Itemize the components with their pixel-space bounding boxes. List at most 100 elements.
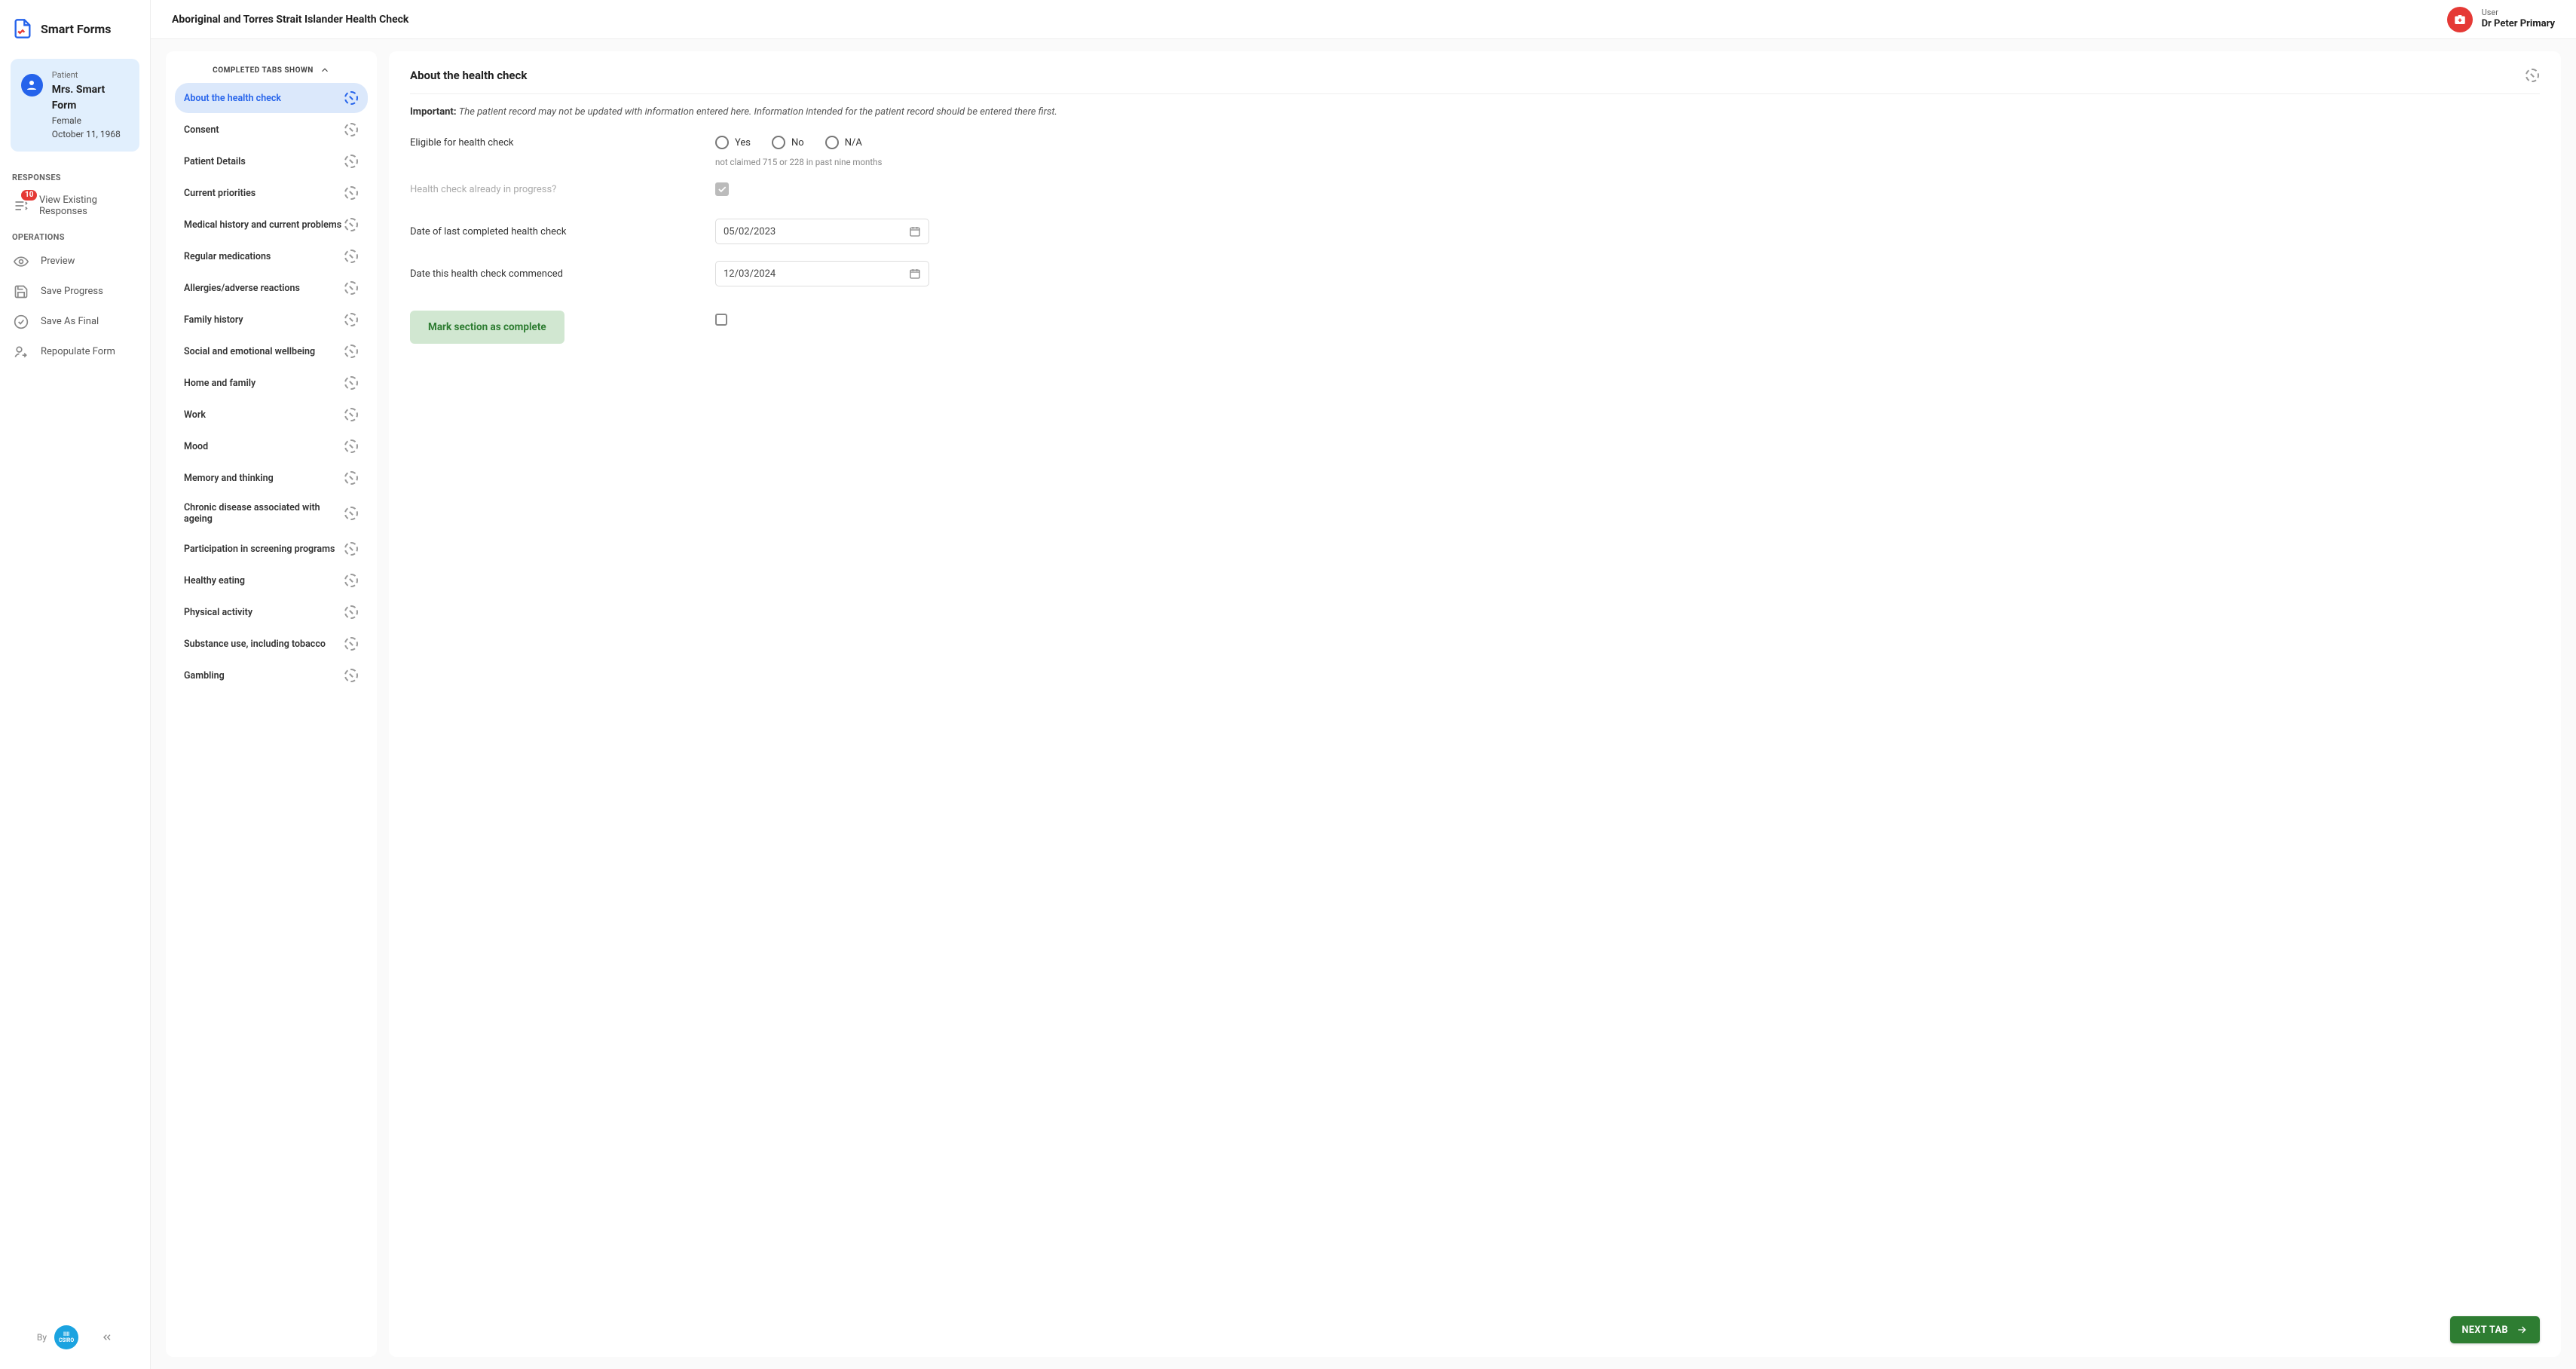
eligible-label: Eligible for health check	[410, 137, 715, 149]
user-block[interactable]: User Dr Peter Primary	[2447, 7, 2555, 32]
tab-item[interactable]: Substance use, including tobacco	[175, 629, 368, 659]
progress-icon	[344, 90, 359, 106]
tab-item[interactable]: Patient Details	[175, 146, 368, 176]
calendar-icon[interactable]	[909, 225, 921, 237]
sidebar: Smart Forms Patient Mrs. Smart Form Fema…	[0, 0, 151, 1369]
save-progress-label: Save Progress	[41, 286, 103, 297]
progress-icon	[344, 407, 359, 422]
progress-icon	[344, 344, 359, 359]
patient-card[interactable]: Patient Mrs. Smart Form Female October 1…	[11, 59, 139, 152]
progress-icon	[344, 541, 359, 556]
repopulate-label: Repopulate Form	[41, 346, 115, 357]
tab-label: Social and emotional wellbeing	[184, 346, 315, 357]
tab-label: Participation in screening programs	[184, 544, 335, 555]
tab-item[interactable]: Mood	[175, 431, 368, 461]
next-tab-button[interactable]: NEXT TAB	[2450, 1316, 2540, 1343]
sidebar-item-view-responses[interactable]: 10 View Existing Responses	[0, 187, 150, 225]
in-progress-label: Health check already in progress?	[410, 184, 715, 195]
calendar-icon[interactable]	[909, 268, 921, 280]
tab-label: Memory and thinking	[184, 473, 274, 484]
medical-bag-icon	[2447, 7, 2473, 32]
tabs-header-label: COMPLETED TABS SHOWN	[213, 66, 314, 75]
list-icon	[14, 198, 29, 213]
progress-icon	[344, 280, 359, 296]
patient-avatar-icon	[21, 74, 43, 96]
tab-label: Chronic disease associated with ageing	[184, 502, 344, 525]
collapse-sidebar-button[interactable]	[101, 1331, 113, 1343]
commenced-label: Date this health check commenced	[410, 268, 715, 280]
save-icon	[14, 284, 30, 299]
progress-icon	[344, 375, 359, 390]
important-text: The patient record may not be updated wi…	[459, 106, 1057, 118]
tab-item[interactable]: Family history	[175, 305, 368, 335]
tab-item[interactable]: Home and family	[175, 368, 368, 398]
progress-icon	[344, 154, 359, 169]
in-progress-checkbox[interactable]	[715, 182, 729, 196]
tab-item[interactable]: Social and emotional wellbeing	[175, 336, 368, 366]
eligible-radio-no[interactable]: No	[772, 136, 804, 149]
tab-label: Gambling	[184, 670, 225, 681]
tabs-panel: COMPLETED TABS SHOWN About the health ch…	[166, 51, 377, 1357]
check-circle-icon	[14, 314, 30, 329]
tab-item[interactable]: Work	[175, 400, 368, 430]
mark-complete-button[interactable]: Mark section as complete	[410, 311, 564, 344]
user-name: Dr Peter Primary	[2482, 18, 2555, 31]
sidebar-item-preview[interactable]: Preview	[0, 247, 150, 277]
tab-item[interactable]: Medical history and current problems	[175, 210, 368, 240]
patient-name: Mrs. Smart Form	[52, 82, 129, 114]
sidebar-item-repopulate[interactable]: Repopulate Form	[0, 337, 150, 367]
progress-icon	[344, 249, 359, 264]
sidebar-footer: By IIII CSIRO	[0, 1318, 150, 1357]
section-progress-icon	[2525, 68, 2540, 83]
progress-icon	[344, 439, 359, 454]
tab-label: Healthy eating	[184, 575, 245, 586]
progress-icon	[344, 506, 359, 521]
tab-item[interactable]: Participation in screening programs	[175, 534, 368, 564]
eligible-radio-yes[interactable]: Yes	[715, 136, 751, 149]
eye-icon	[14, 254, 30, 269]
tab-label: Allergies/adverse reactions	[184, 283, 300, 294]
tab-item[interactable]: Consent	[175, 115, 368, 145]
sidebar-item-save-final[interactable]: Save As Final	[0, 307, 150, 337]
commenced-date-input[interactable]: 12/03/2024	[715, 261, 929, 286]
tab-item[interactable]: Gambling	[175, 660, 368, 691]
eligible-hint: not claimed 715 or 228 in past nine mont…	[410, 157, 2540, 167]
operations-header: OPERATIONS	[0, 225, 150, 247]
tab-label: Family history	[184, 314, 243, 326]
page-title: Aboriginal and Torres Strait Islander He…	[172, 14, 408, 26]
arrow-right-icon	[2516, 1324, 2528, 1336]
tab-label: Patient Details	[184, 156, 246, 167]
next-tab-label: NEXT TAB	[2462, 1325, 2508, 1336]
tab-item[interactable]: Current priorities	[175, 178, 368, 208]
sidebar-item-save-progress[interactable]: Save Progress	[0, 277, 150, 307]
tab-item[interactable]: Healthy eating	[175, 565, 368, 596]
eligible-radio-na[interactable]: N/A	[825, 136, 862, 149]
tab-label: Regular medications	[184, 251, 271, 262]
app-logo-row: Smart Forms	[0, 12, 150, 54]
commenced-value: 12/03/2024	[724, 268, 776, 280]
progress-icon	[344, 217, 359, 232]
tab-label: Work	[184, 409, 206, 421]
progress-icon	[344, 605, 359, 620]
mark-complete-checkbox[interactable]	[715, 314, 727, 326]
tab-item[interactable]: Allergies/adverse reactions	[175, 273, 368, 303]
view-responses-label: View Existing Responses	[39, 194, 136, 217]
tab-label: Consent	[184, 124, 219, 136]
user-label: User	[2482, 8, 2555, 18]
tab-item[interactable]: Memory and thinking	[175, 463, 368, 493]
tab-item[interactable]: Chronic disease associated with ageing	[175, 495, 368, 532]
tab-item[interactable]: About the health check	[175, 83, 368, 113]
important-notice: Important: The patient record may not be…	[410, 106, 2540, 118]
refresh-user-icon	[14, 345, 30, 360]
by-label: By	[37, 1332, 47, 1343]
eligible-radio-group: Yes No N/A	[715, 136, 2540, 149]
tab-label: Current priorities	[184, 188, 255, 199]
patient-gender: Female	[52, 114, 129, 127]
preview-label: Preview	[41, 256, 75, 267]
progress-icon	[344, 185, 359, 201]
tabs-panel-header[interactable]: COMPLETED TABS SHOWN	[170, 59, 372, 83]
tab-item[interactable]: Regular medications	[175, 241, 368, 271]
last-completed-date-input[interactable]: 05/02/2023	[715, 219, 929, 244]
tab-item[interactable]: Physical activity	[175, 597, 368, 627]
tab-label: Home and family	[184, 378, 255, 389]
